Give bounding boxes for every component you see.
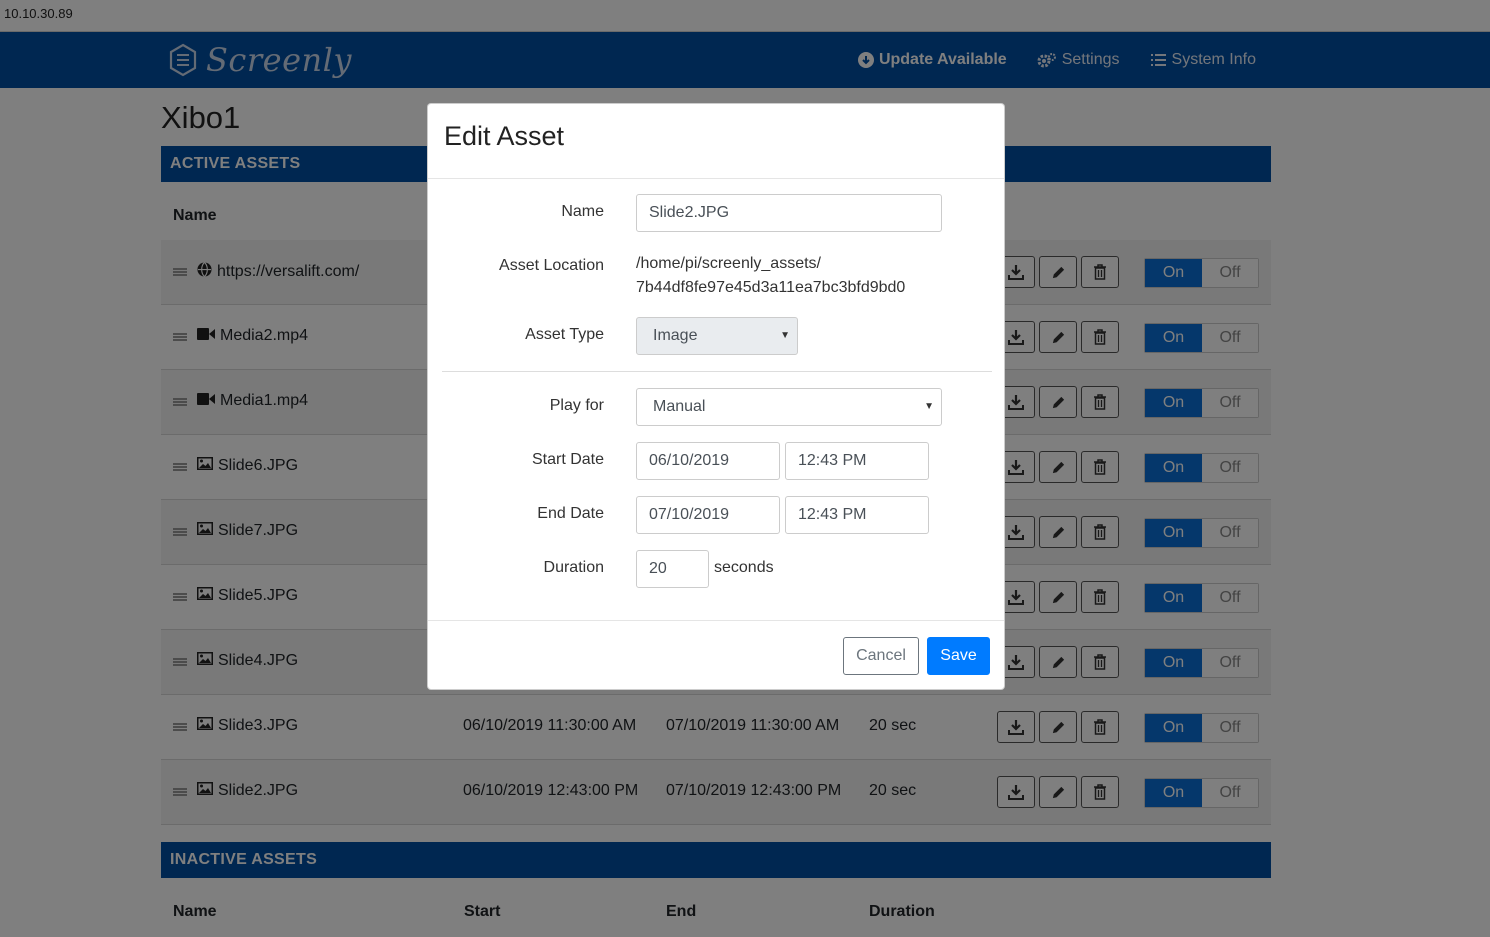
duration-input[interactable]: 20 xyxy=(636,550,709,588)
play-for-value: Manual xyxy=(653,398,706,415)
name-input[interactable]: Slide2.JPG xyxy=(636,194,942,232)
edit-asset-modal: Edit Asset Name Slide2.JPG Asset Locatio… xyxy=(427,103,1005,690)
asset-location-line2: 7b44df8fe97e45d3a11ea7bc3bfd9bd0 xyxy=(636,279,906,296)
modal-title: Edit Asset xyxy=(444,121,565,151)
start-date-input[interactable]: 06/10/2019 xyxy=(636,442,780,480)
asset-location-label: Asset Location xyxy=(499,257,604,274)
form-divider xyxy=(442,371,992,372)
asset-location-line1: /home/pi/screenly_assets/ xyxy=(636,255,821,272)
asset-type-select: Image ▼ xyxy=(636,317,798,355)
caret-down-icon: ▼ xyxy=(780,330,790,341)
duration-unit: seconds xyxy=(714,559,774,576)
cancel-button[interactable]: Cancel xyxy=(843,637,919,675)
start-date-label: Start Date xyxy=(531,451,604,468)
save-button[interactable]: Save xyxy=(927,637,990,675)
modal-header: Edit Asset xyxy=(428,104,1004,179)
duration-label: Duration xyxy=(543,559,604,576)
asset-type-label: Asset Type xyxy=(525,326,604,343)
end-date-input[interactable]: 07/10/2019 xyxy=(636,496,780,534)
start-time-input[interactable]: 12:43 PM xyxy=(785,442,929,480)
name-label: Name xyxy=(561,203,604,220)
caret-down-icon: ▼ xyxy=(924,401,934,412)
asset-type-value: Image xyxy=(653,327,698,344)
end-date-label: End Date xyxy=(537,505,604,522)
play-for-select[interactable]: Manual ▼ xyxy=(636,388,942,426)
end-time-input[interactable]: 12:43 PM xyxy=(785,496,929,534)
play-for-label: Play for xyxy=(549,397,604,414)
modal-footer: Cancel Save xyxy=(428,620,1004,691)
